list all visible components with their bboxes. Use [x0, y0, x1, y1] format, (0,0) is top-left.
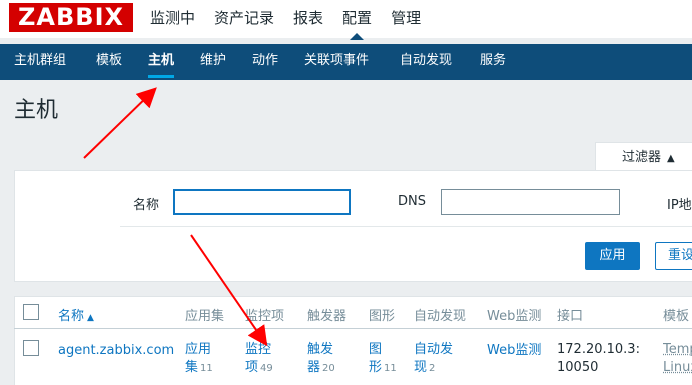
applications-label-line1: 应用: [185, 342, 212, 357]
column-templates-header: 模板: [663, 309, 690, 324]
annotation-arrow-hosts: [83, 87, 157, 159]
menu-configuration[interactable]: 配置: [342, 0, 372, 40]
submenu-templates[interactable]: 模板: [96, 44, 122, 78]
graphs-label-line1: 图: [369, 342, 383, 357]
collapse-arrow-icon: ▲: [667, 153, 675, 164]
submenu-actions[interactable]: 动作: [252, 44, 278, 78]
filter-name-label: 名称: [133, 198, 160, 213]
applications-count: 11: [200, 363, 213, 374]
filter-tab-label: 过滤器: [622, 150, 662, 165]
graphs-label-line2: 形: [369, 360, 383, 375]
sort-asc-icon: ▲: [87, 313, 94, 323]
web-monitoring-link[interactable]: Web监测: [487, 342, 541, 360]
submenu-hosts[interactable]: 主机: [148, 44, 175, 78]
applications-link[interactable]: 应用 集 11: [185, 341, 213, 378]
submenu-discovery[interactable]: 自动发现: [400, 44, 452, 78]
filter-ip-label: IP地址: [667, 198, 692, 213]
triggers-link[interactable]: 触发 器 20: [307, 341, 335, 378]
discovery-count: 2: [429, 363, 436, 374]
items-label-line2: 项: [245, 360, 259, 375]
templates-line2: Linux: [663, 360, 692, 375]
sub-navigation: 主机群组 模板 主机 维护 动作 关联项事件 自动发现 服务: [0, 44, 692, 80]
host-name-link[interactable]: agent.zabbix.com: [58, 342, 174, 360]
items-count: 49: [260, 363, 273, 374]
page-title: 主机: [14, 98, 59, 123]
discovery-label-line2: 现: [414, 360, 428, 375]
items-label-line1: 监控: [245, 342, 272, 357]
filter-tab[interactable]: 过滤器 ▲: [595, 142, 692, 172]
column-triggers-header: 触发器: [307, 309, 347, 324]
triggers-count: 20: [322, 363, 335, 374]
column-interface-header: 接口: [557, 309, 584, 324]
filter-dns-input[interactable]: [441, 189, 620, 215]
column-applications-header: 应用集: [185, 309, 225, 324]
items-link[interactable]: 监控 项 49: [245, 341, 273, 378]
column-web-header: Web监测: [487, 309, 542, 324]
interface-line2: 10050: [557, 360, 599, 375]
templates-line1: Temp: [663, 342, 692, 357]
discovery-link[interactable]: 自动发 现2: [414, 341, 453, 378]
submenu-services[interactable]: 服务: [480, 44, 506, 78]
menu-monitoring[interactable]: 监测中: [150, 0, 195, 38]
main-menu: 监测中 资产记录 报表 配置 管理: [150, 0, 440, 40]
zabbix-hosts-page: { "app": { "logo": "ZABBIX" }, "top_menu…: [0, 0, 692, 385]
discovery-label-line1: 自动发: [414, 342, 454, 357]
submenu-event-correlation[interactable]: 关联项事件: [304, 44, 369, 78]
interface-value: 172.20.10.3: 10050: [557, 341, 640, 377]
column-name-label: 名称: [58, 309, 85, 324]
submenu-maintenance[interactable]: 维护: [200, 44, 226, 78]
applications-label-line2: 集: [185, 360, 199, 375]
apply-button[interactable]: 应用: [585, 242, 640, 270]
triggers-label-line1: 触发: [307, 342, 334, 357]
graphs-count: 11: [384, 363, 397, 374]
interface-line1: 172.20.10.3:: [557, 342, 640, 357]
column-graphs-header: 图形: [369, 309, 396, 324]
column-discovery-header: 自动发现: [414, 309, 467, 324]
triggers-label-line2: 器: [307, 360, 321, 375]
menu-reports[interactable]: 报表: [293, 0, 323, 38]
top-navigation: ZABBIX 监测中 资产记录 报表 配置 管理: [0, 0, 692, 40]
graphs-link[interactable]: 图 形 11: [369, 341, 397, 378]
reset-button[interactable]: 重设: [655, 242, 692, 270]
zabbix-logo[interactable]: ZABBIX: [9, 3, 133, 32]
filter-name-input[interactable]: [173, 189, 351, 215]
templates-link[interactable]: Temp Linux: [663, 341, 692, 377]
column-items-header: 监控项: [245, 309, 285, 324]
filter-dns-label: DNS: [398, 194, 426, 209]
menu-inventory[interactable]: 资产记录: [214, 0, 274, 38]
menu-administration[interactable]: 管理: [391, 0, 421, 38]
select-all-checkbox[interactable]: [23, 304, 39, 320]
filter-divider: [120, 226, 692, 227]
submenu-host-groups[interactable]: 主机群组: [14, 44, 66, 78]
table-header-divider: [14, 328, 692, 329]
column-name-header[interactable]: 名称 ▲: [58, 305, 94, 324]
row-checkbox[interactable]: [23, 340, 39, 356]
